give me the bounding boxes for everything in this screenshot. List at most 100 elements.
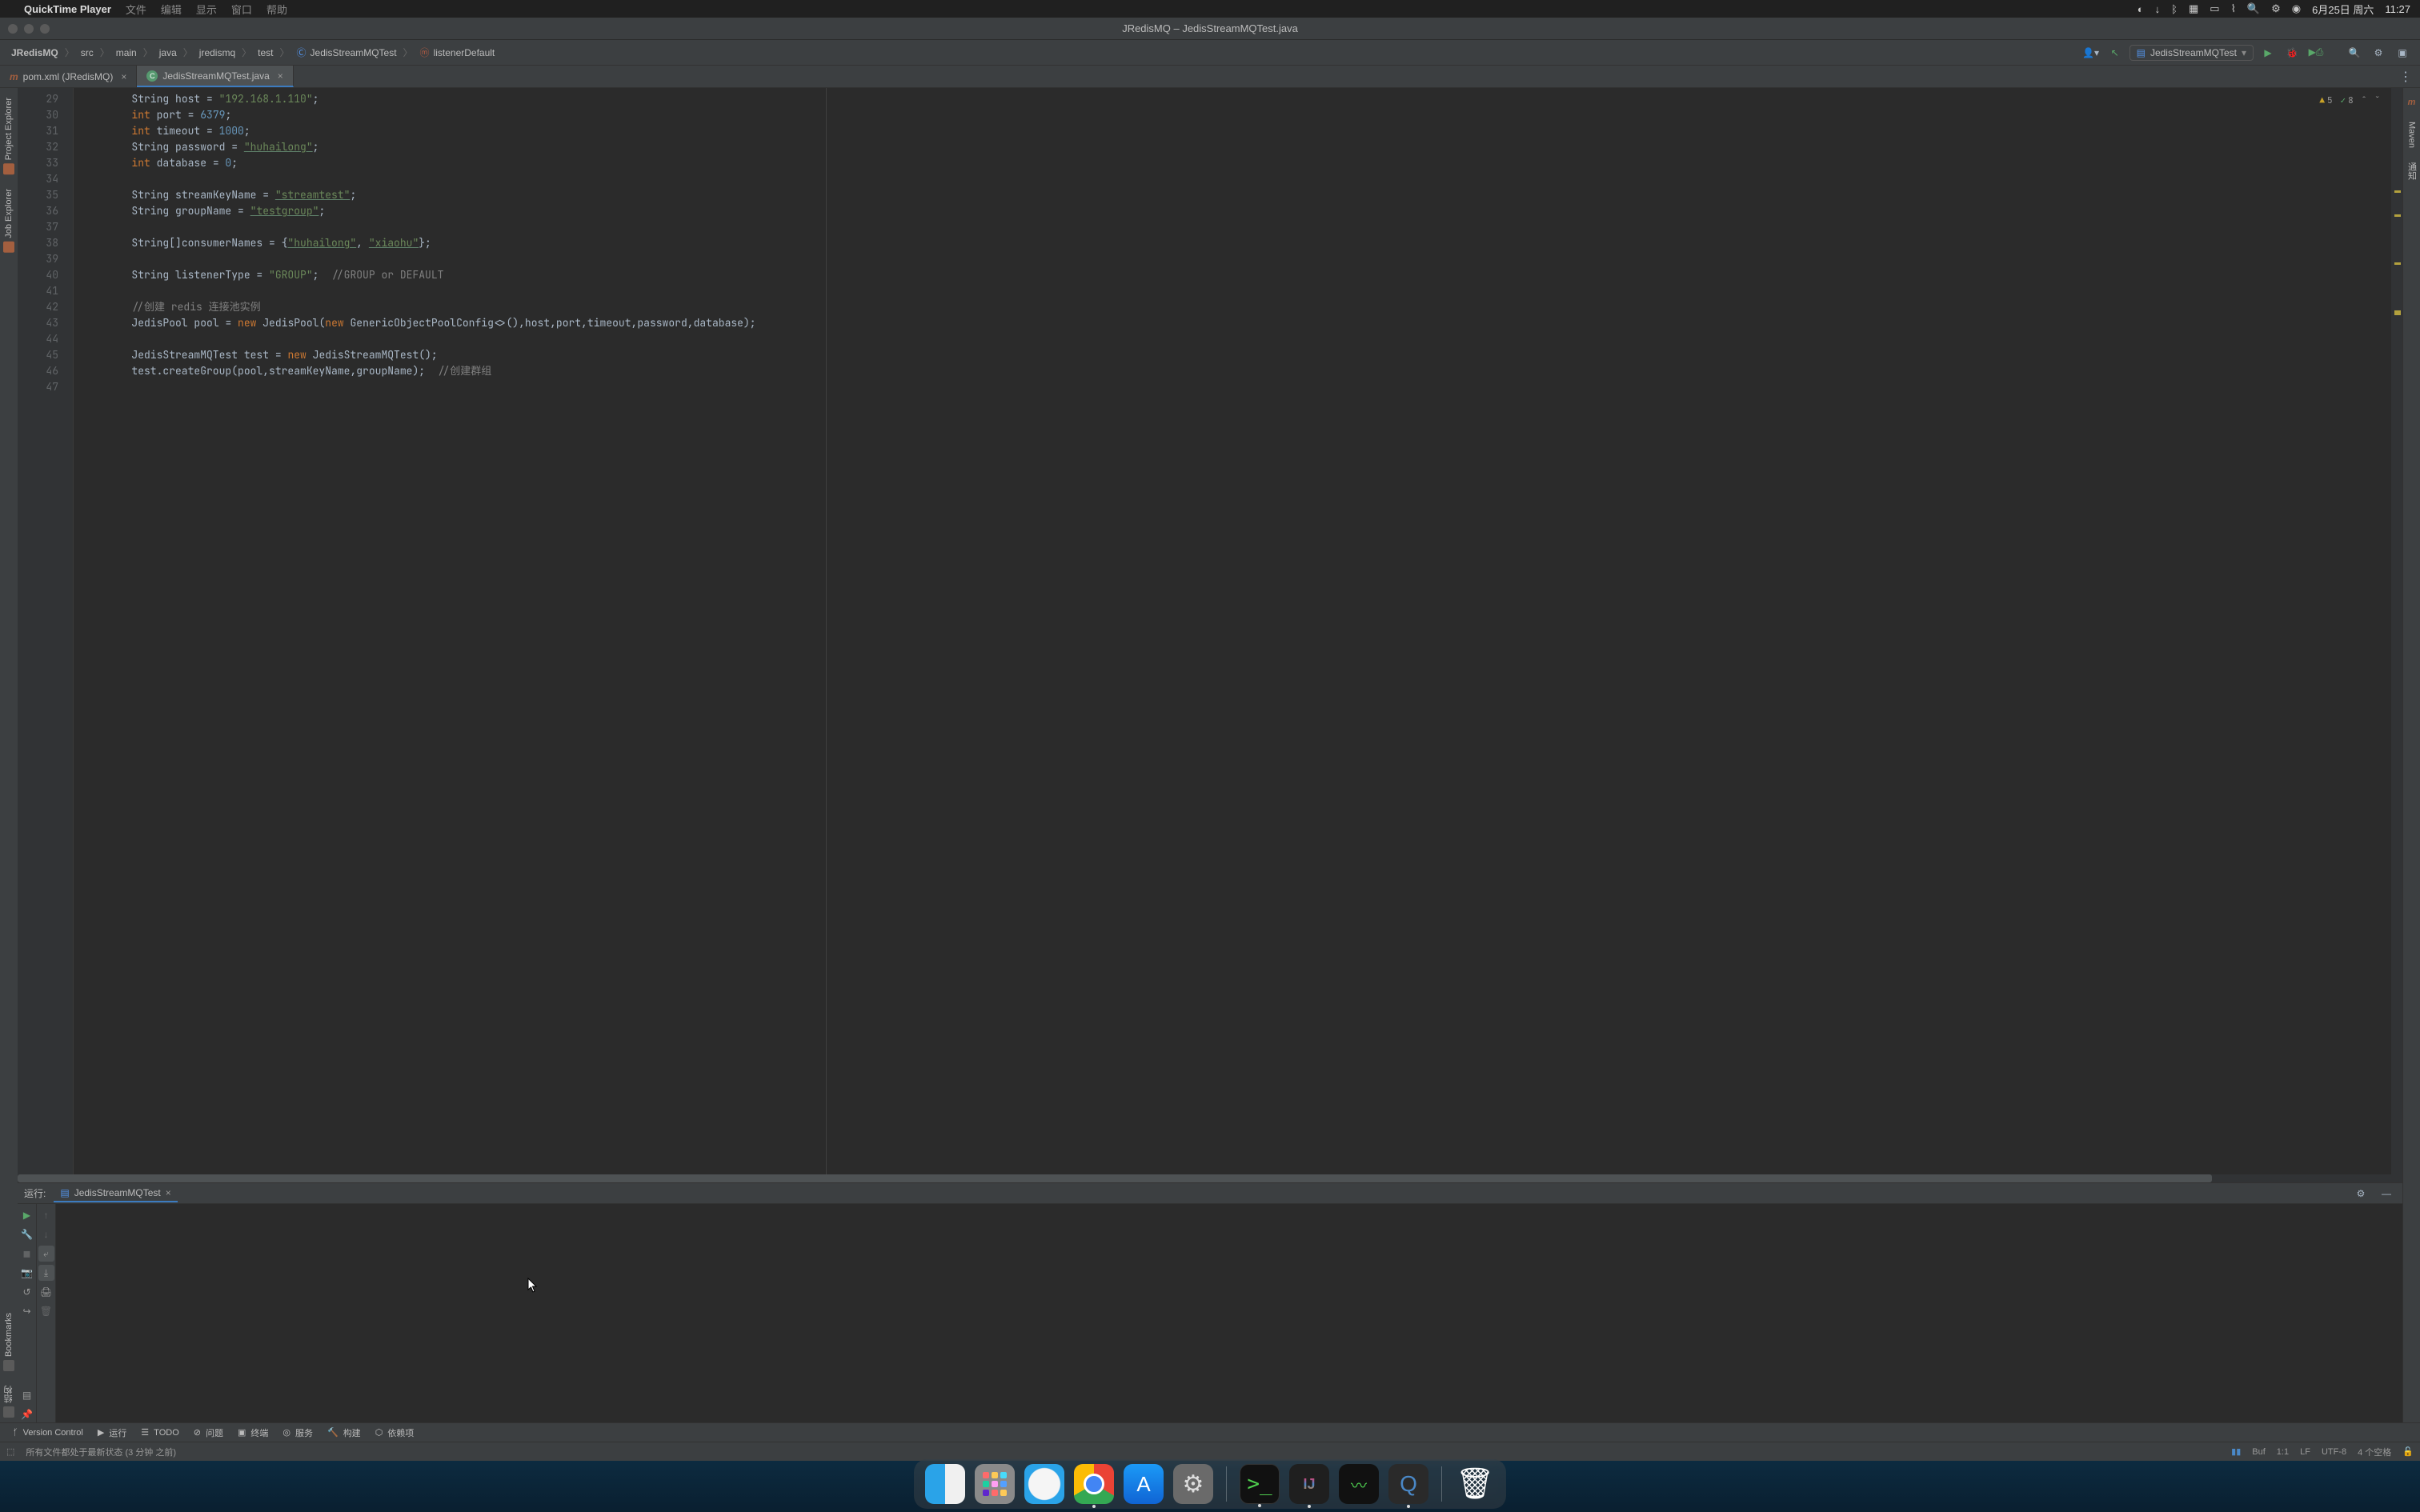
layout-icon[interactable]: ▤ xyxy=(19,1387,35,1403)
scroll-to-end-icon[interactable]: ⤓ xyxy=(38,1265,54,1281)
code-line[interactable]: String groupName = "testgroup"; xyxy=(82,203,2391,219)
do-not-disturb-icon[interactable]: ◐ xyxy=(2138,3,2144,15)
line-number[interactable]: 29 xyxy=(21,91,58,107)
line-number[interactable]: 37 xyxy=(21,219,58,235)
menu-help[interactable]: 帮助 xyxy=(266,2,287,17)
line-number[interactable]: 43 xyxy=(21,315,58,331)
line-number[interactable]: 38 xyxy=(21,235,58,251)
code-line[interactable]: int database = 0; xyxy=(82,155,2391,171)
code-line[interactable] xyxy=(82,331,2391,347)
code-line[interactable] xyxy=(82,219,2391,235)
line-number[interactable]: 45 xyxy=(21,347,58,363)
status-lock-icon[interactable]: 🔓 xyxy=(2402,1446,2414,1457)
gear-icon[interactable]: ⚙ xyxy=(2351,1184,2370,1203)
code-line[interactable]: JedisStreamMQTest test = new JedisStream… xyxy=(82,347,2391,363)
dock-app-trash[interactable]: 🗑 xyxy=(1455,1464,1495,1504)
code-line[interactable]: String password = "huhailong"; xyxy=(82,139,2391,155)
tool-window-tab[interactable]: 通知 xyxy=(2404,158,2420,185)
line-number[interactable]: 46 xyxy=(21,363,58,379)
stop-button[interactable]: ◼ xyxy=(19,1246,35,1262)
control-center-icon[interactable]: ⚙ xyxy=(2271,2,2281,15)
editor-inspection-widget[interactable]: ▲5 ✓8 ˆ ˇ xyxy=(2316,91,2383,110)
line-number[interactable]: 44 xyxy=(21,331,58,347)
dock-app-settings[interactable]: ⚙ xyxy=(1173,1464,1213,1504)
rerun-button[interactable]: ▶ xyxy=(19,1207,35,1223)
tool-window-tab[interactable]: Maven xyxy=(2406,117,2418,153)
line-number[interactable]: 40 xyxy=(21,267,58,283)
code-line[interactable]: JedisPool pool = new JedisPool(new Gener… xyxy=(82,315,2391,331)
camera-icon[interactable]: 📷 xyxy=(19,1265,35,1281)
tool-window-button[interactable]: ▶运行 xyxy=(91,1424,133,1442)
marker-warning[interactable] xyxy=(2394,214,2401,217)
editor-tab[interactable]: CJedisStreamMQTest.java× xyxy=(137,66,293,87)
status-hide-icon[interactable]: ⬚ xyxy=(6,1446,14,1457)
close-window-button[interactable] xyxy=(8,24,18,34)
soft-wrap-icon[interactable]: ⤶ xyxy=(38,1246,54,1262)
code-line[interactable]: test.createGroup(pool,streamKeyName,grou… xyxy=(82,363,2391,379)
search-icon[interactable]: 🔍 xyxy=(2247,2,2260,15)
status-indent[interactable]: 4 个空格 xyxy=(2358,1446,2391,1458)
menu-window[interactable]: 窗口 xyxy=(231,2,252,17)
bluetooth-icon[interactable]: ᛒ xyxy=(2171,3,2178,15)
restore-layout-icon[interactable]: ↺ xyxy=(19,1284,35,1300)
code-line[interactable]: //创建 redis 连接池实例 xyxy=(82,299,2391,315)
menubar-time[interactable]: 11:27 xyxy=(2385,3,2410,15)
line-number[interactable]: 34 xyxy=(21,171,58,187)
wifi-icon[interactable]: ⌇ xyxy=(2231,2,2236,15)
close-icon[interactable]: × xyxy=(166,1187,171,1198)
wrench-icon[interactable]: 🔧 xyxy=(19,1226,35,1242)
status-caret-position[interactable]: 1:1 xyxy=(2277,1447,2289,1457)
tool-window-button[interactable]: ⬡依赖项 xyxy=(369,1424,421,1442)
tool-window-tab[interactable]: Job Explorer xyxy=(2,184,16,258)
status-buf[interactable]: Buf xyxy=(2252,1447,2266,1457)
line-number[interactable]: 33 xyxy=(21,155,58,171)
editor-split-divider[interactable] xyxy=(826,88,827,1174)
code-line[interactable]: String[]consumerNames = {"huhailong", "x… xyxy=(82,235,2391,251)
line-number[interactable]: 31 xyxy=(21,123,58,139)
back-arrow-icon[interactable]: ↖ xyxy=(2105,43,2125,62)
app-name[interactable]: QuickTime Player xyxy=(24,3,111,15)
marker-warning[interactable] xyxy=(2394,262,2401,265)
menubar-date[interactable]: 6月25日 周六 xyxy=(2312,2,2374,17)
line-number[interactable]: 42 xyxy=(21,299,58,315)
debug-button[interactable]: 🐞 xyxy=(2282,43,2302,62)
code-line[interactable]: String host = "192.168.1.110"; xyxy=(82,91,2391,107)
code-editor[interactable]: 29303132333435363738394041424344454647 S… xyxy=(18,88,2402,1174)
dock-app-intellij[interactable]: IJ xyxy=(1289,1464,1329,1504)
code-lines[interactable]: String host = "192.168.1.110"; int port … xyxy=(74,88,2391,1174)
tool-window-tab[interactable]: m xyxy=(2406,93,2418,112)
breadcrumb-item[interactable]: ⓜlistenerDefault xyxy=(416,46,499,60)
clear-icon[interactable]: 🗑 xyxy=(38,1303,54,1319)
prev-highlight-icon[interactable]: ˆ xyxy=(2362,93,2367,109)
line-number[interactable]: 39 xyxy=(21,251,58,267)
code-line[interactable] xyxy=(82,283,2391,299)
run-console[interactable] xyxy=(56,1204,2402,1422)
editor-marker-strip[interactable] xyxy=(2391,88,2402,1174)
dock-app-terminal[interactable]: >_ xyxy=(1240,1464,1280,1504)
tool-window-button[interactable]: 🔨构建 xyxy=(321,1424,367,1442)
dock-app-launchpad[interactable] xyxy=(975,1464,1015,1504)
line-number[interactable]: 32 xyxy=(21,139,58,155)
code-line[interactable] xyxy=(82,251,2391,267)
tab-menu-icon[interactable]: ⋮ xyxy=(2396,67,2415,86)
breadcrumb-item[interactable]: jredismq xyxy=(196,46,238,60)
menu-file[interactable]: 文件 xyxy=(126,2,146,17)
battery-icon[interactable]: ▭ xyxy=(2210,2,2219,15)
siri-icon[interactable]: ◉ xyxy=(2292,2,2301,15)
marker-warning[interactable] xyxy=(2394,310,2401,315)
breadcrumb-item[interactable]: JRedisMQ xyxy=(8,46,62,60)
dock-app-appstore[interactable]: А xyxy=(1124,1464,1164,1504)
code-line[interactable] xyxy=(82,171,2391,187)
line-number[interactable]: 41 xyxy=(21,283,58,299)
dock-app-finder[interactable] xyxy=(925,1464,965,1504)
line-number[interactable]: 47 xyxy=(21,379,58,395)
run-tab[interactable]: ▤ JedisStreamMQTest × xyxy=(54,1185,177,1202)
code-line[interactable] xyxy=(82,379,2391,395)
code-line[interactable]: String streamKeyName = "streamtest"; xyxy=(82,187,2391,203)
close-icon[interactable]: × xyxy=(278,70,283,82)
menu-view[interactable]: 显示 xyxy=(196,2,217,17)
tool-window-button[interactable]: ⊘问题 xyxy=(187,1424,230,1442)
marker-warning[interactable] xyxy=(2394,190,2401,193)
settings-icon[interactable]: ⚙ xyxy=(2369,43,2388,62)
minimize-icon[interactable]: — xyxy=(2377,1184,2396,1203)
